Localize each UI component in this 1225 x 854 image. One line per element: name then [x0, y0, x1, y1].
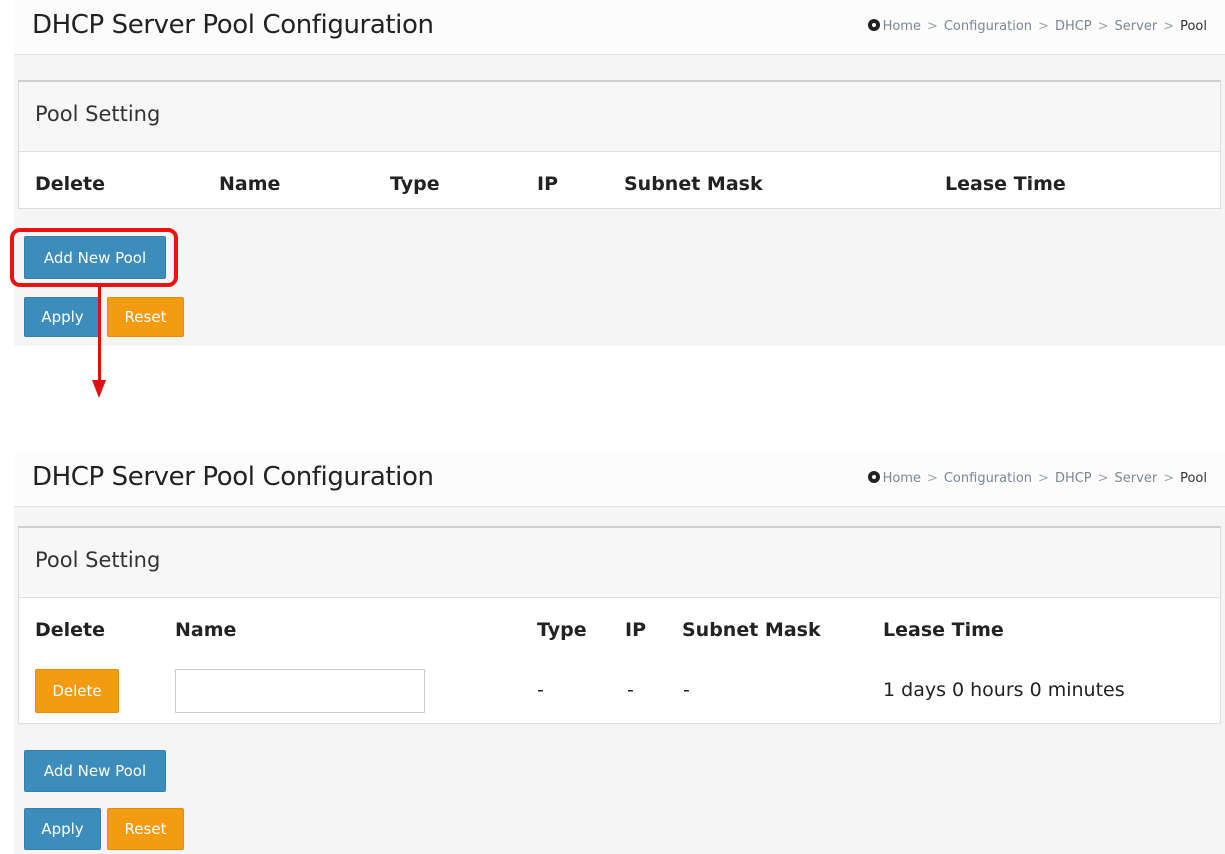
column-header-type: Type	[537, 619, 587, 641]
arrow-down-icon	[92, 380, 106, 398]
subnet-mask-value: -	[683, 679, 690, 701]
breadcrumb-server[interactable]: Server	[1115, 471, 1158, 486]
highlight-callout	[10, 228, 178, 287]
column-header-name: Name	[175, 619, 237, 641]
column-header-delete: Delete	[35, 619, 106, 641]
pool-setting-card: Pool Setting Delete Name Type IP Subnet …	[18, 526, 1221, 724]
add-new-pool-button[interactable]: Add New Pool	[24, 750, 166, 792]
breadcrumb-separator: >	[1163, 471, 1175, 486]
breadcrumb-home[interactable]: Home	[883, 471, 921, 486]
card-header: Pool Setting	[19, 82, 1220, 152]
page-title: DHCP Server Pool Configuration	[32, 462, 434, 492]
breadcrumb-separator: >	[1097, 471, 1109, 486]
reset-button[interactable]: Reset	[107, 297, 184, 337]
breadcrumb-server[interactable]: Server	[1115, 19, 1158, 34]
breadcrumb-pool: Pool	[1180, 19, 1207, 34]
dashboard-icon	[867, 19, 880, 31]
breadcrumb-separator: >	[926, 471, 938, 486]
pool-name-input[interactable]	[175, 669, 425, 713]
breadcrumb-configuration[interactable]: Configuration	[944, 19, 1032, 34]
column-header-ip: IP	[537, 173, 558, 195]
column-header-lease-time: Lease Time	[945, 173, 1066, 195]
breadcrumb-home[interactable]: Home	[883, 19, 921, 34]
breadcrumb: Home > Configuration > DHCP > Server > Pool	[867, 471, 1207, 486]
apply-button[interactable]: Apply	[24, 808, 101, 850]
column-header-lease-time: Lease Time	[883, 619, 1004, 641]
breadcrumb-configuration[interactable]: Configuration	[944, 471, 1032, 486]
config-panel-before: DHCP Server Pool Configuration Home > Conf…	[14, 0, 1225, 346]
title-bar: DHCP Server Pool Configuration Home > Conf…	[14, 452, 1225, 507]
column-header-subnet-mask: Subnet Mask	[682, 619, 821, 641]
apply-button[interactable]: Apply	[24, 297, 101, 337]
title-bar: DHCP Server Pool Configuration Home > Conf…	[14, 0, 1225, 55]
column-header-subnet-mask: Subnet Mask	[624, 173, 763, 195]
card-header: Pool Setting	[19, 528, 1220, 598]
breadcrumb-dhcp[interactable]: DHCP	[1055, 19, 1092, 34]
section-title: Pool Setting	[35, 548, 161, 572]
ip-value: -	[627, 679, 634, 701]
section-title: Pool Setting	[35, 102, 161, 126]
column-header-type: Type	[390, 173, 440, 195]
breadcrumb-separator: >	[1038, 19, 1049, 34]
arrow-line	[98, 285, 101, 382]
column-header-name: Name	[219, 173, 281, 195]
pool-setting-card: Pool Setting Delete Name Type IP Subnet …	[18, 80, 1221, 209]
column-header-delete: Delete	[35, 173, 106, 195]
type-value: -	[537, 679, 544, 701]
breadcrumb-separator: >	[1097, 19, 1109, 34]
breadcrumb-separator: >	[926, 19, 938, 34]
breadcrumb-separator: >	[1163, 19, 1175, 34]
breadcrumb-pool: Pool	[1180, 471, 1207, 486]
reset-button[interactable]: Reset	[107, 808, 184, 850]
delete-button[interactable]: Delete	[35, 669, 119, 713]
dashboard-icon	[867, 471, 880, 483]
breadcrumb-separator: >	[1038, 471, 1049, 486]
breadcrumb: Home > Configuration > DHCP > Server > Pool	[867, 19, 1207, 34]
column-header-ip: IP	[625, 619, 646, 641]
breadcrumb-dhcp[interactable]: DHCP	[1055, 471, 1092, 486]
lease-time-value: 1 days 0 hours 0 minutes	[883, 679, 1125, 701]
config-panel-after: DHCP Server Pool Configuration Home > Conf…	[14, 452, 1225, 854]
page-title: DHCP Server Pool Configuration	[32, 10, 434, 40]
